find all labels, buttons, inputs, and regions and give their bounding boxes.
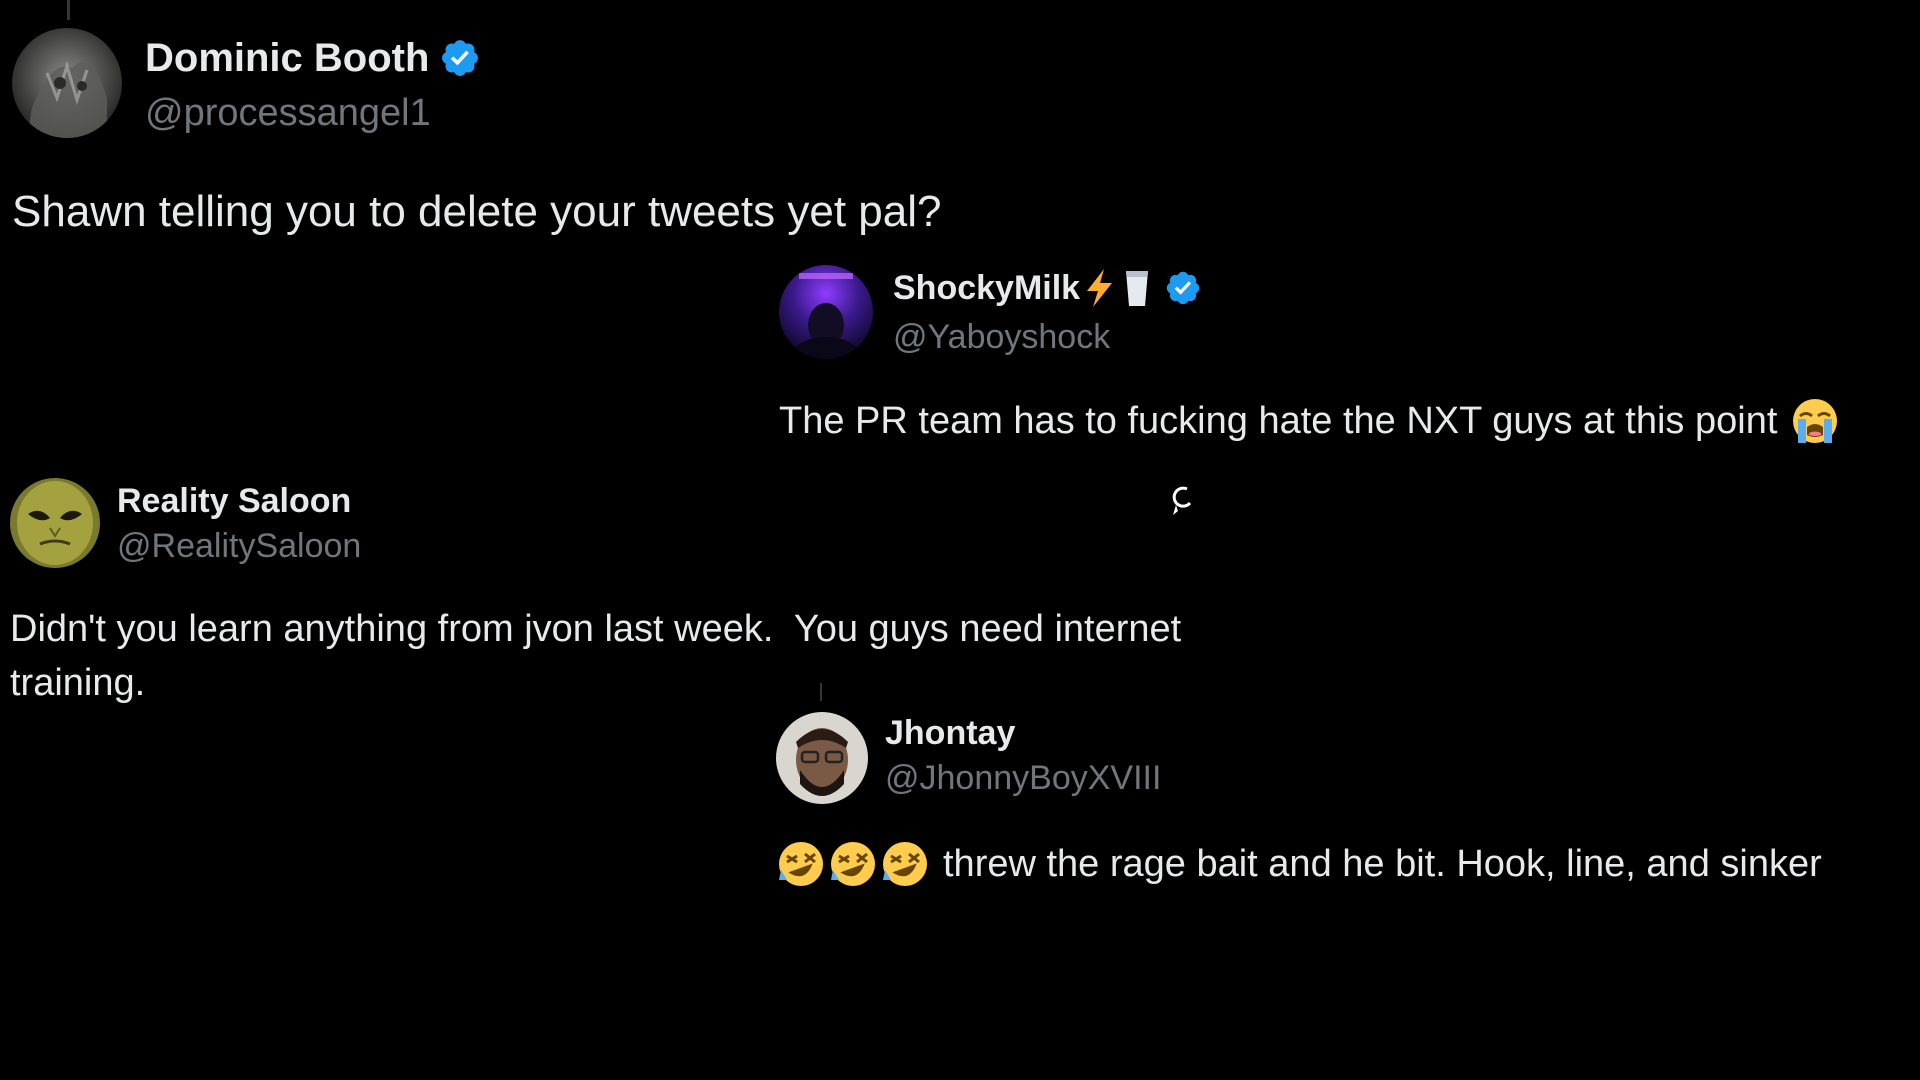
- name-row: ShockyMilk: [893, 267, 1202, 309]
- handle[interactable]: @Yaboyshock: [893, 318, 1110, 357]
- rolling-on-floor-laughing-emoji-icon: [777, 840, 825, 888]
- verified-badge-icon: [1164, 269, 1202, 307]
- tweet-text-row: threw the rage bait and he bit. Hook, li…: [777, 839, 1822, 889]
- handle[interactable]: @processangel1: [145, 92, 431, 135]
- avatar[interactable]: [779, 265, 873, 359]
- verified-badge-icon: [439, 37, 481, 79]
- handle[interactable]: @JhonnyBoyXVIII: [885, 759, 1161, 798]
- tweet-text: Shawn telling you to delete your tweets …: [12, 187, 942, 236]
- tweet-shockymilk[interactable]: ShockyMilk @Yaboyshock The PR team has t…: [770, 255, 1920, 455]
- lightning-emoji-icon: [1082, 268, 1116, 308]
- loudly-crying-emoji-icon: [1791, 397, 1839, 445]
- tweet-reality-saloon[interactable]: Reality Saloon @RealitySaloon Didn't you…: [0, 470, 1220, 710]
- display-name[interactable]: ShockyMilk: [893, 269, 1080, 308]
- avatar[interactable]: [12, 28, 122, 138]
- avatar[interactable]: [10, 478, 100, 568]
- tweet-text: Didn't you learn anything from jvon last…: [10, 608, 1192, 704]
- rolling-on-floor-laughing-emoji-icon: [829, 840, 877, 888]
- tweet-text-row: The PR team has to fucking hate the NXT …: [779, 396, 1839, 446]
- name-row: Dominic Booth: [145, 34, 481, 82]
- display-name[interactable]: Dominic Booth: [145, 36, 429, 81]
- tweet-dominic-booth[interactable]: Dominic Booth @processangel1 Shawn telli…: [0, 0, 1000, 250]
- tweet-jhontay[interactable]: Jhontay @JhonnyBoyXVIII threw the rage b…: [770, 700, 1920, 900]
- display-name[interactable]: Jhontay: [885, 714, 1015, 753]
- rolling-on-floor-laughing-emoji-icon: [881, 840, 929, 888]
- avatar[interactable]: [776, 712, 868, 804]
- tweet-text: threw the rage bait and he bit. Hook, li…: [943, 843, 1822, 885]
- milk-glass-emoji-icon: [1124, 268, 1150, 308]
- tweet-text: The PR team has to fucking hate the NXT …: [779, 400, 1778, 442]
- display-name[interactable]: Reality Saloon: [117, 482, 351, 521]
- handle[interactable]: @RealitySaloon: [117, 527, 361, 566]
